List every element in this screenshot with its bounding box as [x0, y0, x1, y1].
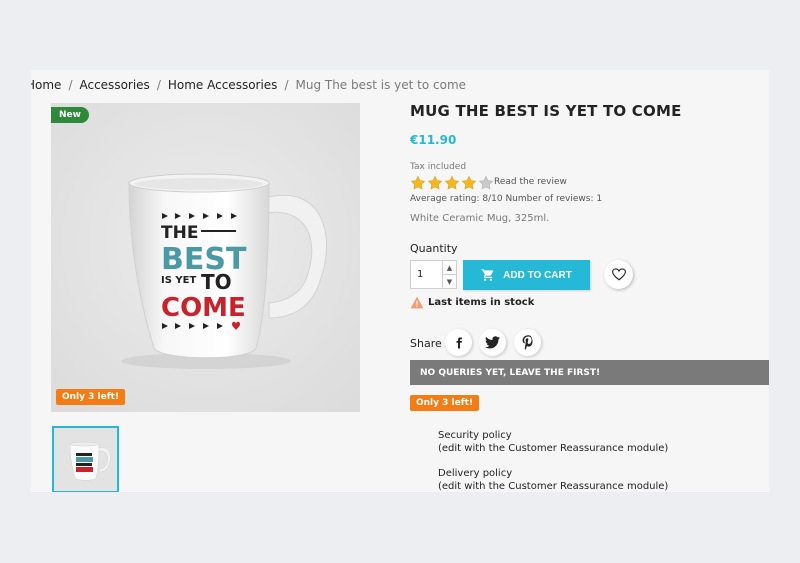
breadcrumb: Home / Accessories / Home Accessories / Mug Th… — [31, 78, 466, 94]
pinterest-icon — [522, 335, 532, 350]
wishlist-button[interactable] — [604, 260, 633, 289]
average-rating-text: Average rating: 8/10 Number of reviews: … — [410, 194, 603, 204]
facebook-icon — [456, 337, 462, 348]
breadcrumb-accessories[interactable]: Accessories — [79, 78, 149, 92]
star-empty-icon — [478, 175, 494, 190]
breadcrumb-home[interactable]: Home — [31, 78, 61, 92]
product-title: MUG THE BEST IS YET TO COME — [410, 102, 682, 120]
share-facebook-button[interactable] — [445, 329, 472, 356]
breadcrumb-current: Mug The best is yet to come — [295, 78, 467, 92]
reassurance-subtitle: (edit with the Customer Reassurance modu… — [438, 481, 669, 492]
product-description: White Ceramic Mug, 325ml. — [410, 213, 550, 224]
twitter-icon — [485, 336, 500, 349]
mug-text-come: COME — [161, 293, 246, 323]
product-comments-banner[interactable]: NO QUERIES YET, LEAVE THE FIRST! — [410, 360, 769, 385]
star-filled-icon — [461, 175, 477, 190]
breadcrumb-separator: / — [156, 78, 161, 92]
stock-flag: Only 3 left! — [56, 389, 126, 405]
reassurance-security: Security policy (edit with the Customer … — [438, 429, 668, 455]
product-price: €11.90 — [410, 133, 457, 147]
quantity-label: Quantity — [410, 242, 458, 255]
reassurance-delivery: Delivery policy (edit with the Customer … — [438, 467, 668, 492]
reassurance-title: Security policy — [438, 430, 512, 441]
product-main-image[interactable]: THE BEST IS YET TO COME — [51, 103, 360, 412]
heart-icon — [611, 268, 626, 281]
share-twitter-button[interactable] — [479, 329, 506, 356]
reassurance-title: Delivery policy — [438, 468, 513, 479]
star-filled-icon — [427, 175, 443, 190]
stock-flag-info: Only 3 left! — [410, 395, 480, 411]
breadcrumb-separator: / — [68, 78, 73, 92]
new-flag: New — [51, 107, 89, 123]
quantity-input[interactable] — [411, 261, 445, 288]
star-filled-icon — [410, 175, 426, 190]
star-filled-icon — [444, 175, 460, 190]
mug-thumbnail-image — [54, 428, 117, 491]
product-thumbnail[interactable] — [52, 426, 119, 492]
quantity-stepper: ▲ ▼ — [410, 260, 457, 289]
mug-image: THE BEST IS YET TO COME — [51, 103, 360, 412]
stock-message: Last items in stock — [428, 297, 535, 308]
stock-status: Last items in stock — [410, 296, 534, 309]
share-pinterest-button[interactable] — [514, 329, 541, 356]
tax-label: Tax included — [410, 162, 467, 172]
reassurance-subtitle: (edit with the Customer Reassurance modu… — [438, 443, 669, 454]
add-to-cart-label: ADD TO CART — [503, 269, 572, 281]
mug-text-to: TO — [201, 270, 232, 294]
rating-stars — [410, 175, 494, 191]
product-page: Home / Accessories / Home Accessories / Mug Th… — [31, 70, 769, 492]
mug-text-isyet: IS YET — [161, 275, 196, 286]
quantity-increase-button[interactable]: ▲ — [442, 261, 456, 275]
add-to-cart-button[interactable]: ADD TO CART — [463, 260, 590, 290]
mug-text-the: THE — [161, 223, 198, 243]
cart-icon — [481, 269, 494, 281]
quantity-decrease-button[interactable]: ▼ — [442, 275, 456, 288]
read-review-link[interactable]: Read the review — [494, 177, 567, 187]
warning-icon — [410, 296, 424, 309]
breadcrumb-home-accessories[interactable]: Home Accessories — [168, 78, 278, 92]
breadcrumb-separator: / — [284, 78, 289, 92]
share-label: Share — [410, 337, 442, 350]
